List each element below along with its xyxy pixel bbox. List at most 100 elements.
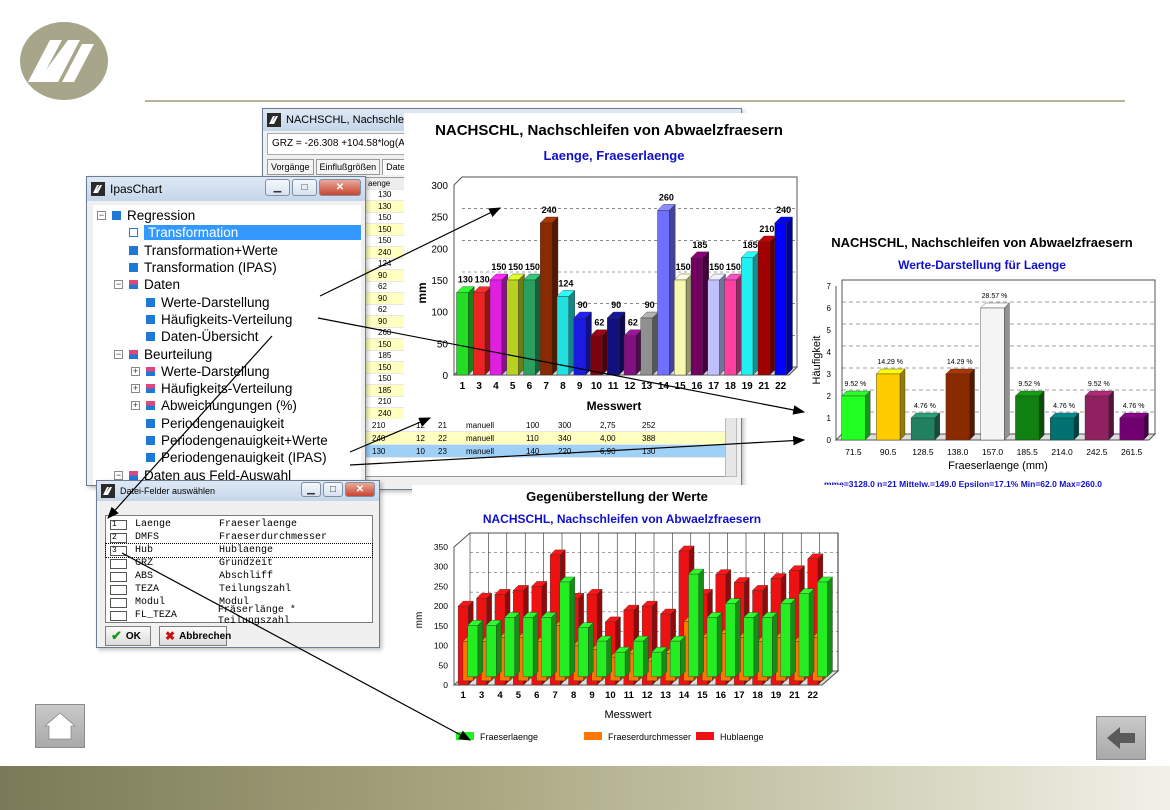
expand-icon[interactable]: + (131, 384, 140, 394)
cancel-x-icon: ✖ (165, 629, 176, 643)
chart1-bar-front (690, 257, 703, 376)
grid-cell[interactable]: 90 (364, 270, 404, 282)
chart3-bar-fraeserlaenge-side (772, 611, 778, 678)
field-checkbox[interactable] (110, 558, 127, 569)
tree-item[interactable]: Daten-Übersicht (93, 328, 361, 345)
maximize-button[interactable]: □ (292, 179, 317, 196)
grid-cell[interactable]: 90 (364, 316, 404, 328)
table-row[interactable]: 210 12 21 manuell 100 300 2,75 252 (364, 419, 726, 432)
field-row[interactable]: GRZ Grundzeit (106, 557, 372, 570)
grid-cell[interactable]: 210 (364, 396, 404, 408)
grid-cell[interactable]: 130 (364, 201, 404, 213)
expand-icon[interactable]: + (131, 401, 140, 411)
home-button[interactable] (35, 704, 85, 748)
tab-vorgaenge[interactable]: Vorgänge (267, 159, 314, 175)
collapse-icon[interactable]: − (97, 211, 106, 221)
expand-icon[interactable]: + (131, 366, 140, 376)
grid-cell[interactable]: 62 (364, 281, 404, 293)
tree-item[interactable]: Periodengenauigkeit (IPAS) (93, 449, 361, 466)
grid-cell[interactable]: 90 (364, 293, 404, 305)
dialog-minimize-button[interactable]: ▁ (301, 482, 321, 497)
table-cell: 220 (558, 446, 572, 456)
chart3-xtick: 13 (660, 690, 671, 701)
field-row[interactable]: ABS Abschliff (106, 570, 372, 583)
grid-cell[interactable]: 150 (364, 224, 404, 236)
grid-cell[interactable]: 240 (364, 247, 404, 259)
collapse-icon[interactable]: − (114, 470, 123, 480)
tree-item-label: Häufigkeits-Verteilung (161, 381, 293, 397)
tree-item-label: Transformation (144, 225, 361, 241)
dialog-close-button[interactable]: ✕ (345, 482, 375, 497)
header-divider (145, 100, 1125, 102)
field-description: Fräserlänge * Teilungszahl (217, 604, 296, 627)
field-row[interactable]: 1 Laenge Fraeserlaenge (106, 518, 372, 531)
chart3-bar-fraeserlaenge-front (798, 593, 810, 677)
chart3-bar-fraeserlaenge-side (551, 611, 557, 678)
tree-item[interactable]: Periodengenauigkeit+Werte (93, 432, 361, 449)
grid-cell[interactable]: 150 (364, 212, 404, 224)
field-checkbox[interactable]: 1 (110, 519, 127, 530)
grid-cell[interactable]: 150 (364, 235, 404, 247)
grid-cell[interactable]: 150 (364, 362, 404, 374)
tree-item[interactable]: Transformation (93, 224, 361, 241)
tree-item[interactable]: Häufigkeits-Verteilung (93, 311, 361, 328)
back-button[interactable] (1096, 716, 1146, 760)
chart2-bar-side (1004, 302, 1010, 441)
table-cell: 130 (372, 446, 386, 456)
field-checkbox[interactable] (110, 610, 127, 621)
close-button[interactable]: ✕ (319, 179, 361, 196)
tree-item-label: Abweichungungen (%) (161, 398, 297, 414)
field-row[interactable]: 3 Hub Hublaenge (105, 543, 373, 558)
tree-item[interactable]: Transformation (IPAS) (93, 259, 361, 276)
chart1-data-label: 150 (709, 262, 724, 272)
collapse-icon[interactable]: − (114, 349, 123, 359)
table-row[interactable]: 130 10 23 manuell 140 220 6,90 130 (364, 445, 726, 458)
grid-cell[interactable]: 185 (364, 350, 404, 362)
tab-einflussgroessen[interactable]: Einflußgrößen (315, 159, 381, 175)
table-row[interactable]: 240 12 22 manuell 110 340 4,00 388 (364, 432, 726, 445)
field-checkbox[interactable] (110, 584, 127, 595)
collapse-icon[interactable]: − (114, 280, 123, 290)
chart3-bar-fraeserlaenge (577, 622, 594, 678)
tree-item[interactable]: + Abweichungungen (%) (93, 397, 361, 414)
tree-item[interactable]: Transformation+Werte (93, 242, 361, 259)
grid-cell[interactable]: 260 (364, 327, 404, 339)
chart2-bar-side (1108, 390, 1114, 441)
tree-item[interactable]: − Daten (93, 276, 361, 293)
chart3-bar-fraeserlaenge (743, 611, 760, 678)
field-checkbox[interactable] (110, 597, 127, 608)
field-row[interactable]: TEZA Teilungszahl (106, 583, 372, 596)
cancel-button[interactable]: ✖ Abbrechen (159, 626, 231, 646)
grid-cell[interactable]: 124 (364, 258, 404, 270)
grid-cell[interactable]: 240 (364, 408, 404, 420)
chart2-data-label: 14.29 % (947, 359, 973, 366)
tree-item[interactable]: + Werte-Darstellung (93, 363, 361, 380)
field-checkbox[interactable] (110, 571, 127, 582)
table-cell: 300 (558, 420, 572, 430)
chart3-ytick: 300 (434, 562, 448, 572)
field-checkbox[interactable]: 2 (110, 532, 127, 543)
grid-cell[interactable]: 185 (364, 385, 404, 397)
dialog-maximize-button[interactable]: □ (323, 482, 343, 497)
chart-node-icon (146, 453, 155, 463)
chart1-bar (740, 251, 760, 376)
tree-item[interactable]: − Regression (93, 207, 361, 224)
field-checkbox[interactable]: 3 (110, 545, 127, 556)
chart3-ytick: 50 (439, 660, 449, 670)
chart1-ytick: 300 (431, 181, 448, 192)
field-row[interactable]: 2 DMFS Fraeserdurchmesser (106, 531, 372, 544)
grid-cell[interactable]: 150 (364, 373, 404, 385)
ok-button[interactable]: ✔ OK (105, 626, 151, 646)
grid-cell[interactable]: 150 (364, 339, 404, 351)
chart1-data-label: 62 (594, 318, 604, 328)
tree-item[interactable]: + Häufigkeits-Verteilung (93, 380, 361, 397)
chart1-bar-front (707, 279, 720, 376)
minimize-button[interactable]: ▁ (265, 179, 290, 196)
grid-cell[interactable]: 130 (364, 189, 404, 201)
tree-item[interactable]: − Beurteilung (93, 345, 361, 362)
field-row[interactable]: FL_TEZA Fräserlänge * Teilungszahl (106, 605, 372, 627)
tree-line (114, 263, 123, 272)
tree-item[interactable]: Werte-Darstellung (93, 293, 361, 310)
grid-cell[interactable]: 62 (364, 304, 404, 316)
tree-item[interactable]: Periodengenauigkeit (93, 415, 361, 432)
